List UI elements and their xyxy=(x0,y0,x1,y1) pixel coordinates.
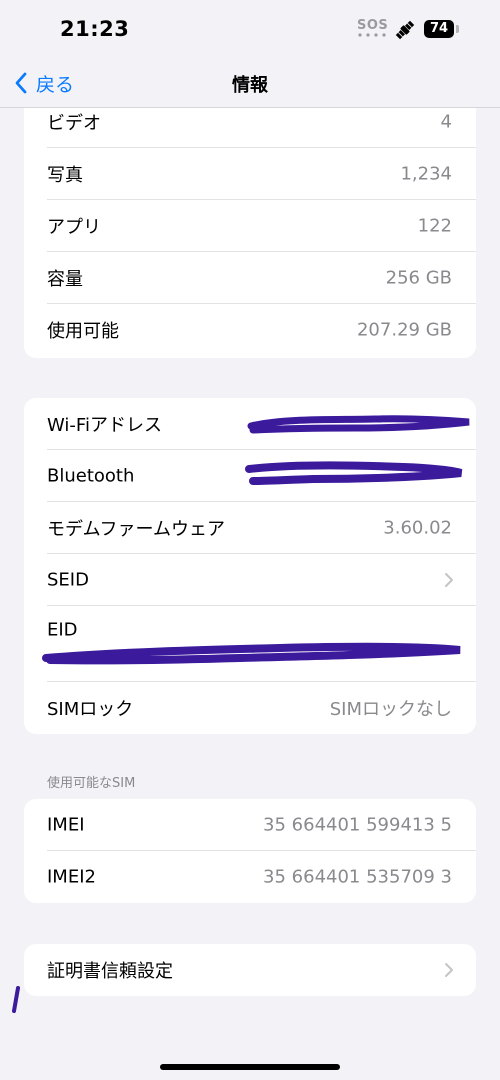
wifi-address-label: Wi-Fiアドレス xyxy=(47,415,162,436)
row-imei: IMEI 35 664401 599413 5 xyxy=(24,799,476,851)
nav-bar: 戻る 情報 xyxy=(0,60,500,108)
row-available: 使用可能 207.29 GB xyxy=(24,304,476,356)
battery-level: 74 xyxy=(424,20,454,38)
network-info-group: Wi-Fiアドレス Bluetooth モデムファームウェア 3.60.02 S… xyxy=(24,398,476,734)
row-imei2: IMEI2 35 664401 535709 3 xyxy=(24,851,476,903)
available-label: 使用可能 xyxy=(47,321,119,342)
storage-info-group: ビデオ 4 写真 1,234 アプリ 122 容量 256 GB 使用可能 20… xyxy=(24,96,476,358)
modem-firmware-value: 3.60.02 xyxy=(383,517,452,539)
row-modem-firmware: モデムファームウェア 3.60.02 xyxy=(24,502,476,554)
row-certificate-trust-settings[interactable]: 証明書信頼設定 xyxy=(24,944,476,996)
apps-label: アプリ xyxy=(47,217,101,238)
eid-redaction xyxy=(42,642,461,665)
video-value: 4 xyxy=(440,111,452,133)
chevron-right-icon xyxy=(445,573,453,587)
imei2-value: 35 664401 535709 3 xyxy=(263,866,452,888)
seid-label: SEID xyxy=(47,569,89,591)
home-indicator[interactable] xyxy=(160,1064,340,1070)
page-title: 情報 xyxy=(232,75,268,96)
section-header-available-sim: 使用可能なSIM xyxy=(47,776,136,791)
bluetooth-redaction xyxy=(245,461,463,485)
bluetooth-label: Bluetooth xyxy=(47,465,135,487)
row-seid[interactable]: SEID xyxy=(24,554,476,606)
chevron-right-icon xyxy=(445,963,453,977)
sos-indicator: SOS xyxy=(357,18,389,33)
apps-value: 122 xyxy=(417,215,452,237)
satellite-icon xyxy=(395,20,415,40)
pen-stroke-mark xyxy=(12,986,20,1013)
row-apps: アプリ 122 xyxy=(24,200,476,252)
status-bar: 21:23 SOS 74 xyxy=(0,0,500,60)
imei2-label: IMEI2 xyxy=(47,866,96,888)
video-label: ビデオ xyxy=(47,113,101,134)
modem-firmware-label: モデムファームウェア xyxy=(47,519,226,540)
battery-tip xyxy=(456,25,459,33)
sim-lock-value: SIMロックなし xyxy=(329,699,452,720)
certificate-group: 証明書信頼設定 xyxy=(24,944,476,996)
wifi-address-redaction xyxy=(247,415,470,434)
capacity-label: 容量 xyxy=(47,269,83,290)
imei-label: IMEI xyxy=(47,814,85,836)
sim-lock-label: SIMロック xyxy=(47,699,134,720)
sos-signal-dots-icon xyxy=(358,33,386,37)
photos-value: 1,234 xyxy=(400,163,452,185)
imei-value: 35 664401 599413 5 xyxy=(263,814,452,836)
capacity-value: 256 GB xyxy=(385,267,452,289)
row-photos: 写真 1,234 xyxy=(24,148,476,200)
available-value: 207.29 GB xyxy=(356,319,452,341)
certificate-trust-settings-label: 証明書信頼設定 xyxy=(47,961,173,982)
photos-label: 写真 xyxy=(47,165,83,186)
status-time: 21:23 xyxy=(60,17,130,41)
imei-group: IMEI 35 664401 599413 5 IMEI2 35 664401 … xyxy=(24,799,476,903)
row-capacity: 容量 256 GB xyxy=(24,252,476,304)
row-sim-lock: SIMロック SIMロックなし xyxy=(24,682,476,734)
